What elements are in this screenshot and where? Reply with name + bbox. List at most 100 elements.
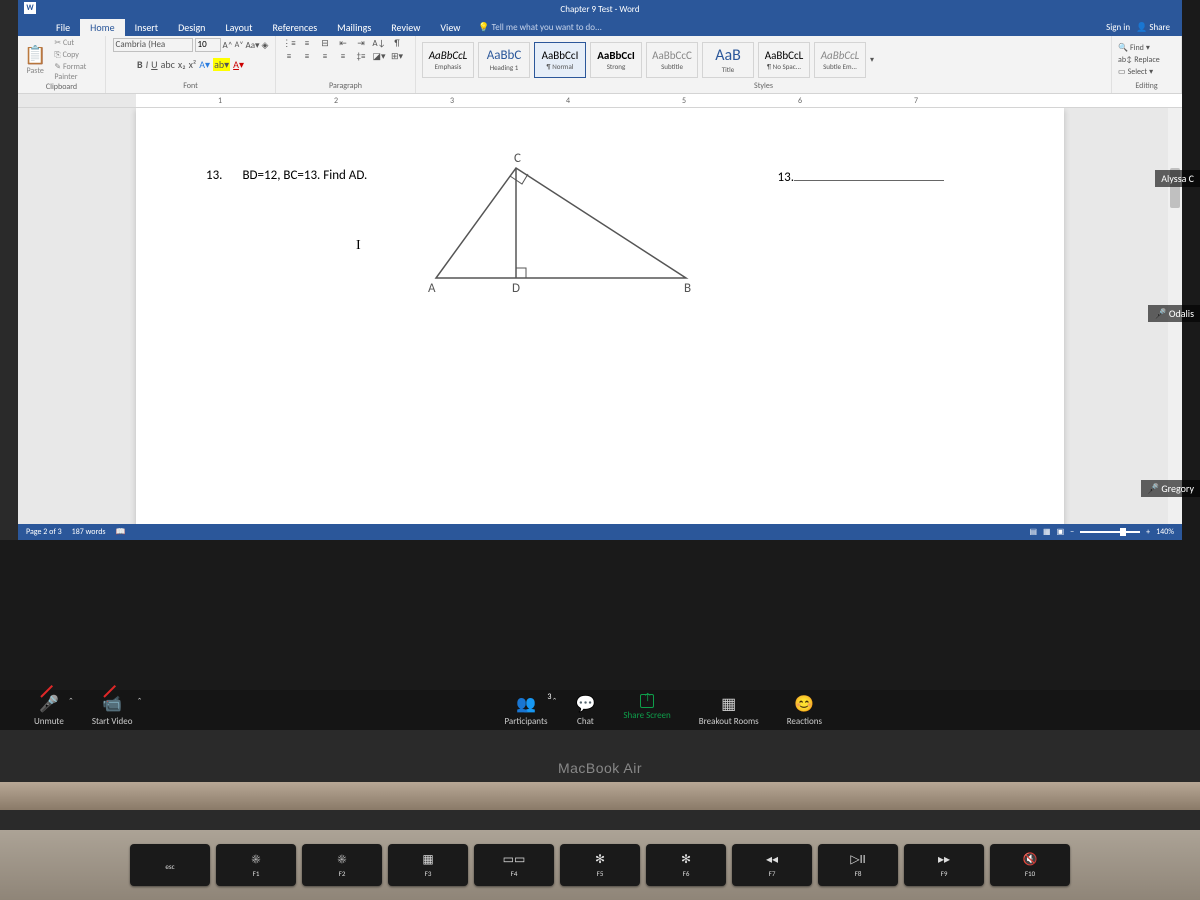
chevron-up-icon[interactable]: ⌃ [68,696,74,705]
align-right-button[interactable]: ≡ [318,51,332,62]
style-emphasis[interactable]: AaBbCcLEmphasis [422,42,474,78]
replace-button[interactable]: ab↕ Replace [1118,55,1160,65]
format-painter-button[interactable]: ✎ Format Painter [54,62,99,82]
chat-button[interactable]: 💬 Chat [561,694,609,727]
copy-button[interactable]: ⎘ Copy [54,50,99,60]
styles-more-button[interactable]: ▾ [870,55,874,65]
document-area[interactable]: 13. BD=12, BC=13. Find AD. I A B C D 13. [18,108,1182,524]
key-f5[interactable]: ✻F5 [560,844,640,886]
key-esc[interactable]: esc [130,844,210,886]
font-size-select[interactable]: 10 [195,38,221,52]
align-center-button[interactable]: ≡ [300,51,314,62]
style-subtleem[interactable]: AaBbCcLSubtle Em... [814,42,866,78]
find-button[interactable]: 🔍 Find ▾ [1118,43,1160,53]
superscript-button[interactable]: x² [189,58,197,71]
tab-layout[interactable]: Layout [215,19,262,36]
tab-view[interactable]: View [430,19,470,36]
grid-icon: ▦ [721,694,736,714]
zoom-level[interactable]: 140% [1156,527,1174,537]
shading-button[interactable]: ◪▾ [372,51,386,62]
key-f7[interactable]: ◂◂F7 [732,844,812,886]
page-indicator[interactable]: Page 2 of 3 [26,527,62,537]
key-f2[interactable]: ☀F2 [302,844,382,886]
line-spacing-button[interactable]: ‡≡ [354,51,368,62]
chevron-up-icon[interactable]: ⌃ [137,696,143,705]
problem-number: 13. [206,168,222,183]
key-f3[interactable]: ▦F3 [388,844,468,886]
select-button[interactable]: ▭ Select ▾ [1118,67,1160,77]
spellcheck-icon[interactable]: 📖 [116,527,126,537]
italic-button[interactable]: I [146,58,149,71]
sort-button[interactable]: A↓ [372,38,386,49]
font-name-select[interactable]: Cambria (Hea [113,38,193,52]
change-case-button[interactable]: Aa▾ [246,40,260,51]
key-f10[interactable]: 🔇F10 [990,844,1070,886]
sign-in-link[interactable]: Sign in [1106,22,1130,33]
key-f8[interactable]: ▷IIF8 [818,844,898,886]
shrink-font-button[interactable]: A˅ [235,40,244,50]
tab-mailings[interactable]: Mailings [327,19,381,36]
word-count[interactable]: 187 words [72,527,106,537]
web-layout-icon[interactable]: ▣ [1057,527,1065,537]
styles-label: Styles [422,81,1105,91]
strikethrough-button[interactable]: abc [161,58,175,71]
style-nospacing[interactable]: AaBbCcL¶ No Spac... [758,42,810,78]
zoom-slider[interactable] [1080,531,1140,533]
align-left-button[interactable]: ≡ [282,51,296,62]
key-f4[interactable]: ▭▭F4 [474,844,554,886]
text-effects-button[interactable]: A▾ [199,58,210,71]
participant-gregory[interactable]: 🎤 Gregory [1141,480,1200,497]
style-subtitle[interactable]: AaBbCcCSubtitle [646,42,698,78]
cut-button[interactable]: ✂ Cut [54,38,99,48]
underline-button[interactable]: U [151,58,157,71]
unmute-button[interactable]: 🎤 Unmute ⌃ [20,694,78,727]
participants-button[interactable]: 👥 Participants 3 ⌃ [490,694,561,727]
paragraph-group: ⋮≡ ≡ ⊟ ⇤ ⇥ A↓ ¶ ≡ ≡ ≡ ≡ ‡≡ ◪▾ ⊞▾ [276,36,416,93]
clear-formatting-button[interactable]: ◈ [262,40,269,51]
breakout-rooms-button[interactable]: ▦ Breakout Rooms [685,694,773,727]
style-strong[interactable]: AaBbCcIStrong [590,42,642,78]
multilevel-button[interactable]: ⊟ [318,38,332,49]
style-title[interactable]: AaBTitle [702,42,754,78]
tab-file[interactable]: File [46,19,80,36]
style-normal[interactable]: AaBbCcI¶ Normal [534,42,586,78]
tab-references[interactable]: References [263,19,328,36]
horizontal-ruler[interactable]: 1 2 3 4 5 6 7 [18,94,1182,108]
participant-odalis[interactable]: 🎤 Odalis [1148,305,1200,322]
read-mode-icon[interactable]: ▤ [1029,527,1037,537]
tab-home[interactable]: Home [80,19,124,36]
subscript-button[interactable]: x₂ [178,58,186,71]
print-layout-icon[interactable]: ▦ [1043,527,1051,537]
bullets-button[interactable]: ⋮≡ [282,38,296,49]
tab-insert[interactable]: Insert [125,19,169,36]
grow-font-button[interactable]: A˄ [223,40,233,51]
paste-button[interactable]: 📋 Paste [24,44,46,76]
highlight-button[interactable]: ab▾ [213,58,230,71]
numbering-button[interactable]: ≡ [300,38,314,49]
participant-alyssa[interactable]: Alyssa C [1155,170,1200,187]
key-f6[interactable]: ✻F6 [646,844,726,886]
share-screen-button[interactable]: Share Screen [609,694,684,727]
vertex-a: A [428,281,436,296]
style-heading1[interactable]: AaBbCHeading 1 [478,42,530,78]
reactions-button[interactable]: 😊 Reactions [773,694,836,727]
share-button[interactable]: 👤 Share [1136,22,1170,33]
zoom-in-button[interactable]: + [1146,527,1150,537]
document-page[interactable]: 13. BD=12, BC=13. Find AD. I A B C D 13. [136,108,1064,524]
editing-group: 🔍 Find ▾ ab↕ Replace ▭ Select ▾ Editing [1112,36,1182,93]
show-marks-button[interactable]: ¶ [390,38,404,49]
tab-design[interactable]: Design [168,19,215,36]
tell-me-search[interactable]: 💡 Tell me what you want to do... [478,22,601,33]
justify-button[interactable]: ≡ [336,51,350,62]
zoom-out-button[interactable]: − [1070,527,1074,537]
key-f1[interactable]: ☀F1 [216,844,296,886]
tab-review[interactable]: Review [381,19,430,36]
start-video-button[interactable]: 📹 Start Video ⌃ [78,694,147,727]
borders-button[interactable]: ⊞▾ [390,51,404,62]
chevron-up-icon[interactable]: ⌃ [552,696,558,705]
key-f9[interactable]: ▸▸F9 [904,844,984,886]
bold-button[interactable]: B [137,58,143,71]
increase-indent-button[interactable]: ⇥ [354,38,368,49]
decrease-indent-button[interactable]: ⇤ [336,38,350,49]
font-color-button[interactable]: A▾ [233,58,244,71]
